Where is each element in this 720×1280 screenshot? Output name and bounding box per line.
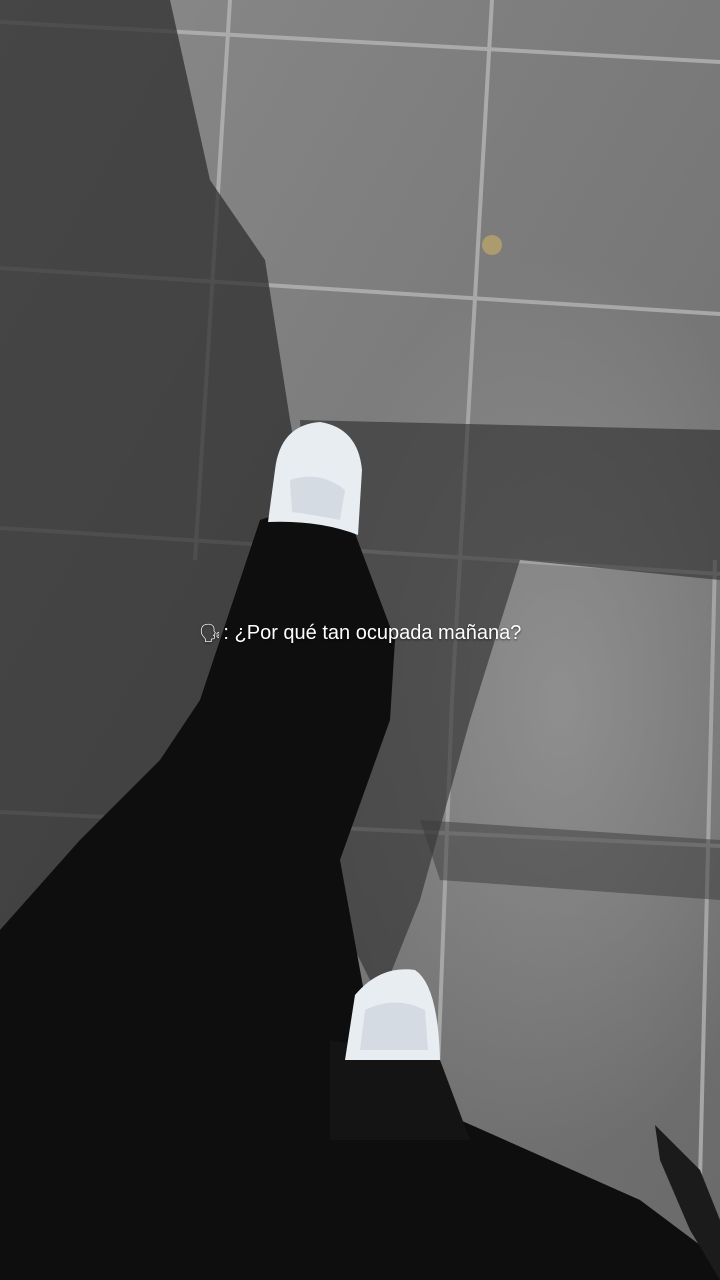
speaking-head-icon: 🗣 [198,623,222,643]
photo-scene: 🗣: ¿Por qué tan ocupada mañana? [0,0,720,1280]
caption-text: : ¿Por qué tan ocupada mañana? [223,622,522,644]
pavement-stain [482,235,502,255]
story-caption: 🗣: ¿Por qué tan ocupada mañana? [0,622,720,645]
